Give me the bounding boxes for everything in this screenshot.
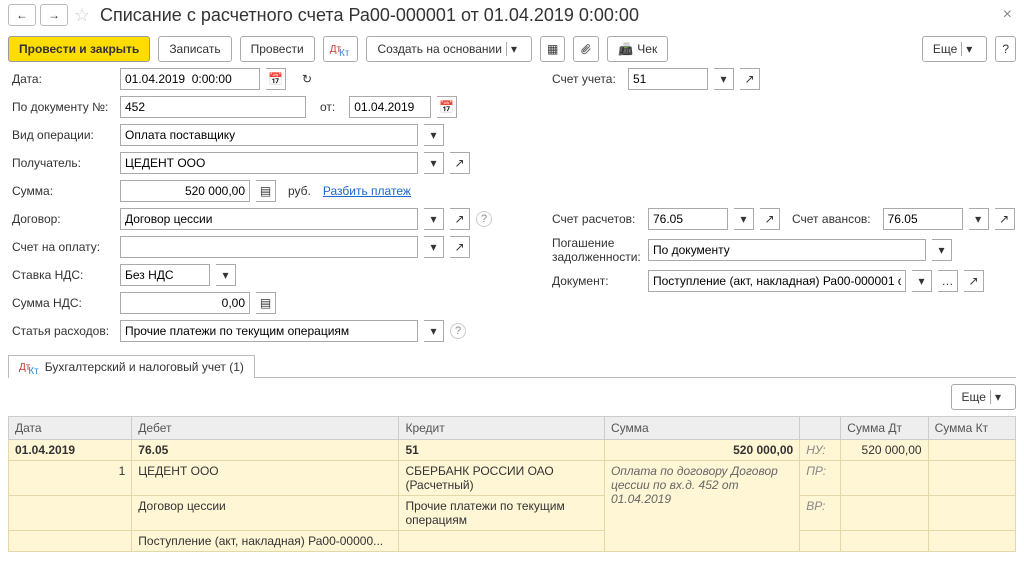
dropdown-icon[interactable]: ▾ bbox=[734, 208, 754, 230]
invoice-input[interactable] bbox=[125, 240, 413, 254]
post-button[interactable]: Провести bbox=[240, 36, 315, 62]
account-calc-input[interactable] bbox=[653, 212, 723, 226]
calculator-icon[interactable]: ▤ bbox=[256, 180, 276, 202]
nav-back-button[interactable]: ← bbox=[8, 4, 36, 26]
expense-input[interactable] bbox=[125, 324, 413, 338]
help-icon[interactable]: ? bbox=[476, 211, 492, 227]
open-icon[interactable]: ↗ bbox=[995, 208, 1015, 230]
col-debit: Дебет bbox=[132, 417, 399, 440]
dropdown-icon[interactable]: ▾ bbox=[424, 236, 444, 258]
open-icon[interactable]: ↗ bbox=[760, 208, 780, 230]
expense-label: Статья расходов: bbox=[12, 324, 114, 338]
write-button[interactable]: Записать bbox=[158, 36, 231, 62]
dropdown-icon[interactable]: ▾ bbox=[912, 270, 932, 292]
help-button[interactable]: ? bbox=[995, 36, 1016, 62]
refresh-icon[interactable]: ↻ bbox=[302, 72, 312, 86]
date-input[interactable] bbox=[125, 72, 255, 86]
paperclip-icon bbox=[580, 43, 592, 55]
split-payment-link[interactable]: Разбить платеж bbox=[323, 184, 411, 198]
account-label: Счет учета: bbox=[552, 72, 622, 86]
doc-no-label: По документу №: bbox=[12, 100, 114, 114]
open-icon[interactable]: ↗ bbox=[964, 270, 984, 292]
attachment-button[interactable] bbox=[573, 36, 599, 62]
dropdown-icon[interactable]: ▾ bbox=[424, 152, 444, 174]
cheque-button[interactable]: 📠 Чек bbox=[607, 36, 668, 62]
date-label: Дата: bbox=[12, 72, 114, 86]
col-amount: Сумма bbox=[604, 417, 799, 440]
document-label: Документ: bbox=[552, 274, 642, 288]
open-icon[interactable]: ↗ bbox=[450, 208, 470, 230]
vat-sum-label: Сумма НДС: bbox=[12, 296, 114, 310]
document-input[interactable] bbox=[653, 274, 901, 288]
table-more-button[interactable]: Еще ▾ bbox=[951, 384, 1016, 410]
nav-forward-button[interactable]: → bbox=[40, 4, 68, 26]
tab-accounting[interactable]: Дт Бухгалтерский и налоговый учет (1) bbox=[8, 355, 255, 378]
post-and-close-button[interactable]: Провести и закрыть bbox=[8, 36, 150, 62]
dropdown-icon: ▾ bbox=[961, 42, 976, 56]
op-type-label: Вид операции: bbox=[12, 128, 114, 142]
more-icon[interactable]: … bbox=[938, 270, 958, 292]
account-input[interactable] bbox=[633, 72, 703, 86]
dtkt-button[interactable]: Дт bbox=[323, 36, 359, 62]
vat-sum-input[interactable] bbox=[125, 296, 245, 310]
open-icon[interactable]: ↗ bbox=[450, 152, 470, 174]
more-button[interactable]: Еще ▾ bbox=[922, 36, 987, 62]
open-icon[interactable]: ↗ bbox=[450, 236, 470, 258]
dropdown-icon[interactable]: ▾ bbox=[424, 320, 444, 342]
doc-date-input[interactable] bbox=[354, 100, 426, 114]
col-credit: Кредит bbox=[399, 417, 605, 440]
favorite-star-icon[interactable]: ☆ bbox=[72, 5, 92, 25]
dropdown-icon: ▾ bbox=[990, 390, 1005, 404]
create-based-button[interactable]: Создать на основании ▾ bbox=[366, 36, 532, 62]
vat-rate-label: Ставка НДС: bbox=[12, 268, 114, 282]
dtkt-icon: Дт bbox=[330, 44, 352, 55]
table-row[interactable]: Поступление (акт, накладная) Ра00-00000.… bbox=[9, 531, 1016, 552]
col-amount-kt: Сумма Кт bbox=[928, 417, 1015, 440]
contract-label: Договор: bbox=[12, 212, 114, 226]
calendar-icon[interactable]: 📅 bbox=[266, 68, 286, 90]
dropdown-icon[interactable]: ▾ bbox=[714, 68, 734, 90]
dropdown-icon[interactable]: ▾ bbox=[424, 124, 444, 146]
open-icon[interactable]: ↗ bbox=[740, 68, 760, 90]
dtkt-icon: Дт bbox=[19, 362, 41, 373]
recipient-label: Получатель: bbox=[12, 156, 114, 170]
account-advance-input[interactable] bbox=[888, 212, 958, 226]
sum-input[interactable] bbox=[125, 184, 245, 198]
op-type-input[interactable] bbox=[125, 128, 413, 142]
dropdown-icon[interactable]: ▾ bbox=[424, 208, 444, 230]
table-row[interactable]: Договор цессии Прочие платежи по текущим… bbox=[9, 496, 1016, 531]
dropdown-icon[interactable]: ▾ bbox=[969, 208, 989, 230]
col-amount-dt: Сумма Дт bbox=[841, 417, 928, 440]
account-advance-label: Счет авансов: bbox=[792, 212, 871, 226]
currency-label: руб. bbox=[288, 184, 311, 198]
paydebt-input[interactable] bbox=[653, 243, 921, 257]
page-title: Списание с расчетного счета Ра00-000001 … bbox=[100, 5, 995, 26]
doc-no-input[interactable] bbox=[125, 100, 301, 114]
entries-table: Дата Дебет Кредит Сумма Сумма Дт Сумма К… bbox=[8, 416, 1016, 552]
dropdown-icon[interactable]: ▾ bbox=[216, 264, 236, 286]
sum-label: Сумма: bbox=[12, 184, 114, 198]
help-icon[interactable]: ? bbox=[450, 323, 466, 339]
calculator-icon[interactable]: ▤ bbox=[256, 292, 276, 314]
structure-button[interactable]: ▦ bbox=[540, 36, 565, 62]
invoice-label: Счет на оплату: bbox=[12, 240, 114, 254]
table-row[interactable]: 01.04.2019 76.05 51 520 000,00 НУ: 520 0… bbox=[9, 440, 1016, 461]
col-date: Дата bbox=[9, 417, 132, 440]
contract-input[interactable] bbox=[125, 212, 413, 226]
vat-rate-input[interactable] bbox=[125, 268, 205, 282]
dropdown-icon: ▾ bbox=[506, 42, 521, 56]
paydebt-label: Погашение задолженности: bbox=[552, 236, 642, 264]
account-calc-label: Счет расчетов: bbox=[552, 212, 642, 226]
table-row[interactable]: 1 ЦЕДЕНТ ООО СБЕРБАНК РОССИИ ОАО (Расчет… bbox=[9, 461, 1016, 496]
calendar-icon[interactable]: 📅 bbox=[437, 96, 457, 118]
recipient-input[interactable] bbox=[125, 156, 413, 170]
from-label: от: bbox=[320, 100, 335, 114]
dropdown-icon[interactable]: ▾ bbox=[932, 239, 952, 261]
close-button[interactable]: × bbox=[999, 6, 1016, 24]
